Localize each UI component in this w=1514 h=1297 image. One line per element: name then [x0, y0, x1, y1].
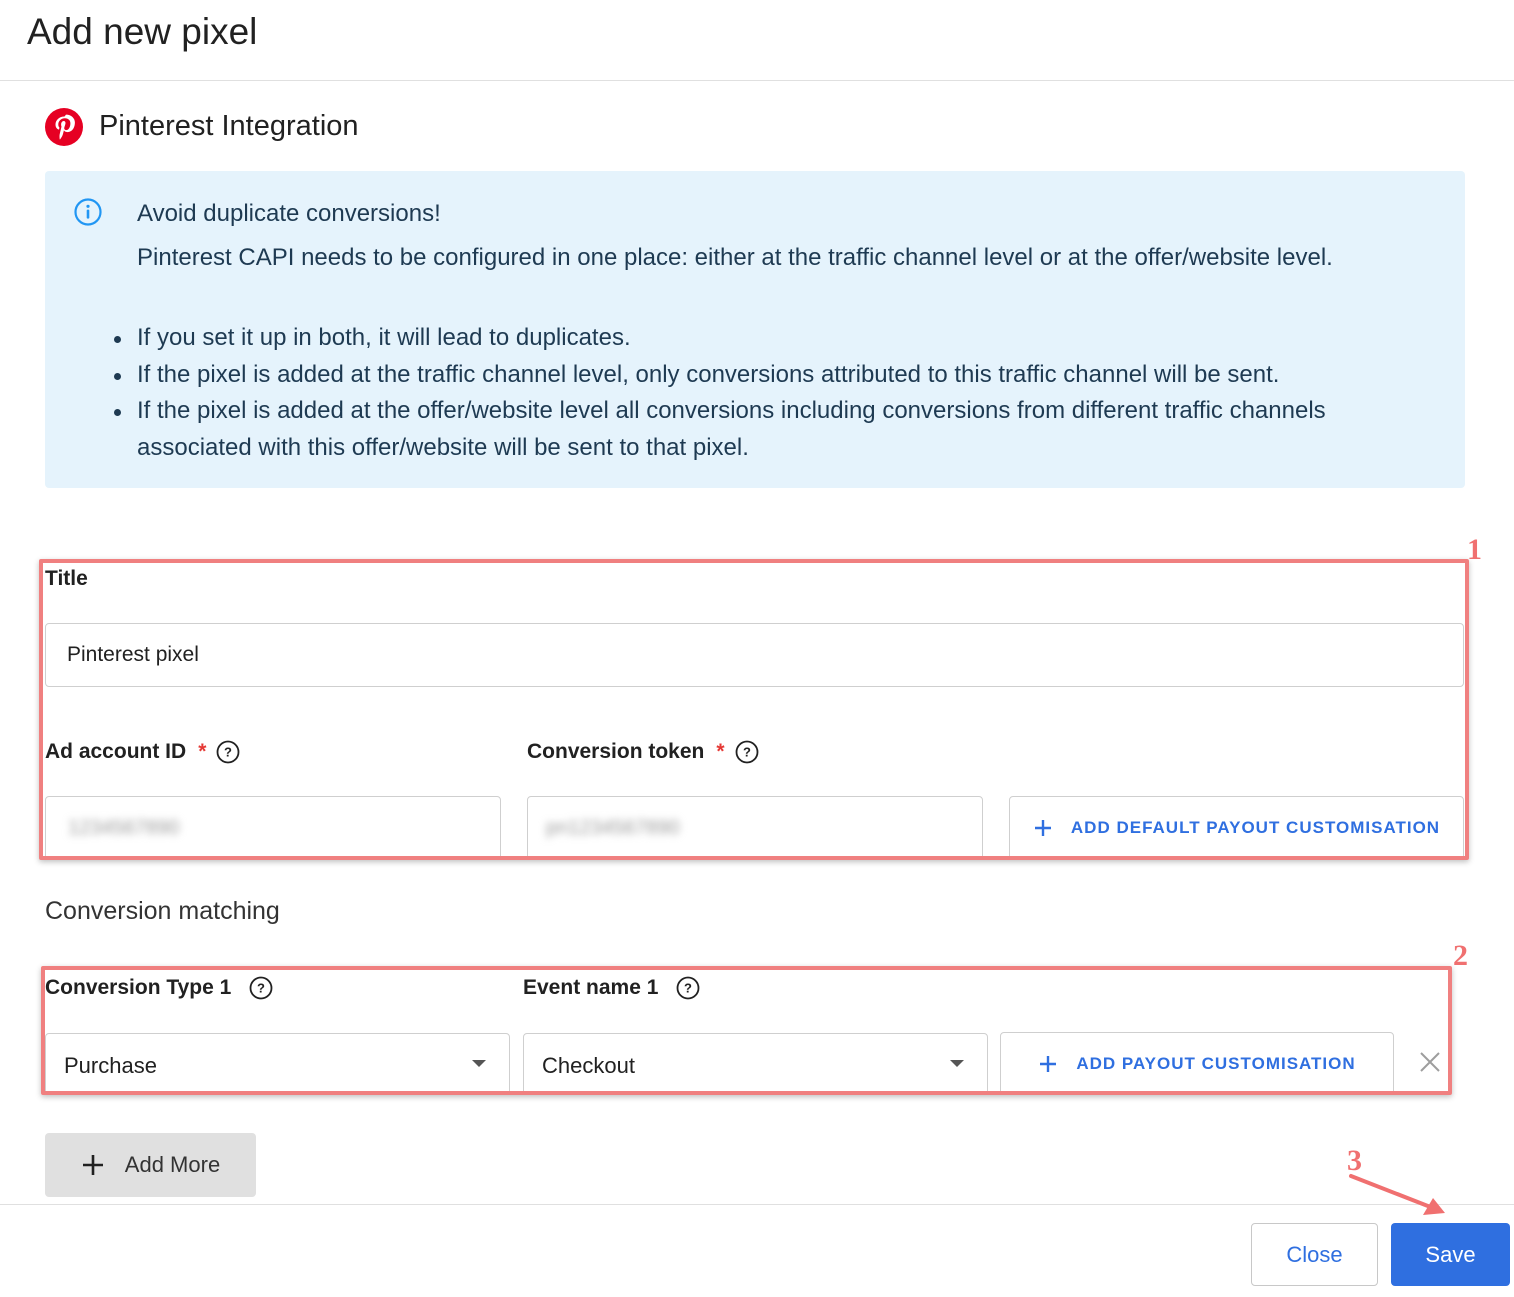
- header-divider: [0, 80, 1514, 81]
- footer-divider: [0, 1204, 1514, 1205]
- close-button[interactable]: Close: [1251, 1223, 1378, 1286]
- annotation-box-2: [41, 966, 1452, 1095]
- annotation-arrow-icon: [1349, 1174, 1445, 1215]
- alert-heading: Avoid duplicate conversions!: [137, 200, 441, 227]
- save-button[interactable]: Save: [1391, 1223, 1510, 1286]
- alert-bullet: If the pixel is added at the traffic cha…: [114, 357, 1437, 394]
- annotation-number-2: 2: [1453, 939, 1468, 972]
- dialog-title: Add new pixel: [27, 11, 258, 52]
- add-more-button[interactable]: Add More: [45, 1133, 256, 1197]
- annotation-box-1: [39, 559, 1469, 860]
- alert-body: Pinterest CAPI needs to be configured in…: [137, 244, 1333, 271]
- annotation-number-1: 1: [1467, 533, 1482, 566]
- info-icon: [73, 197, 103, 227]
- alert-bullet: If the pixel is added at the offer/websi…: [114, 393, 1437, 466]
- plus-icon: [81, 1153, 105, 1177]
- alert-bullet-list: If you set it up in both, it will lead t…: [114, 320, 1437, 466]
- pinterest-logo-icon: [45, 108, 83, 146]
- alert-bullet: If you set it up in both, it will lead t…: [114, 320, 1437, 357]
- conversion-matching-heading: Conversion matching: [45, 897, 280, 925]
- integration-title: Pinterest Integration: [99, 110, 359, 142]
